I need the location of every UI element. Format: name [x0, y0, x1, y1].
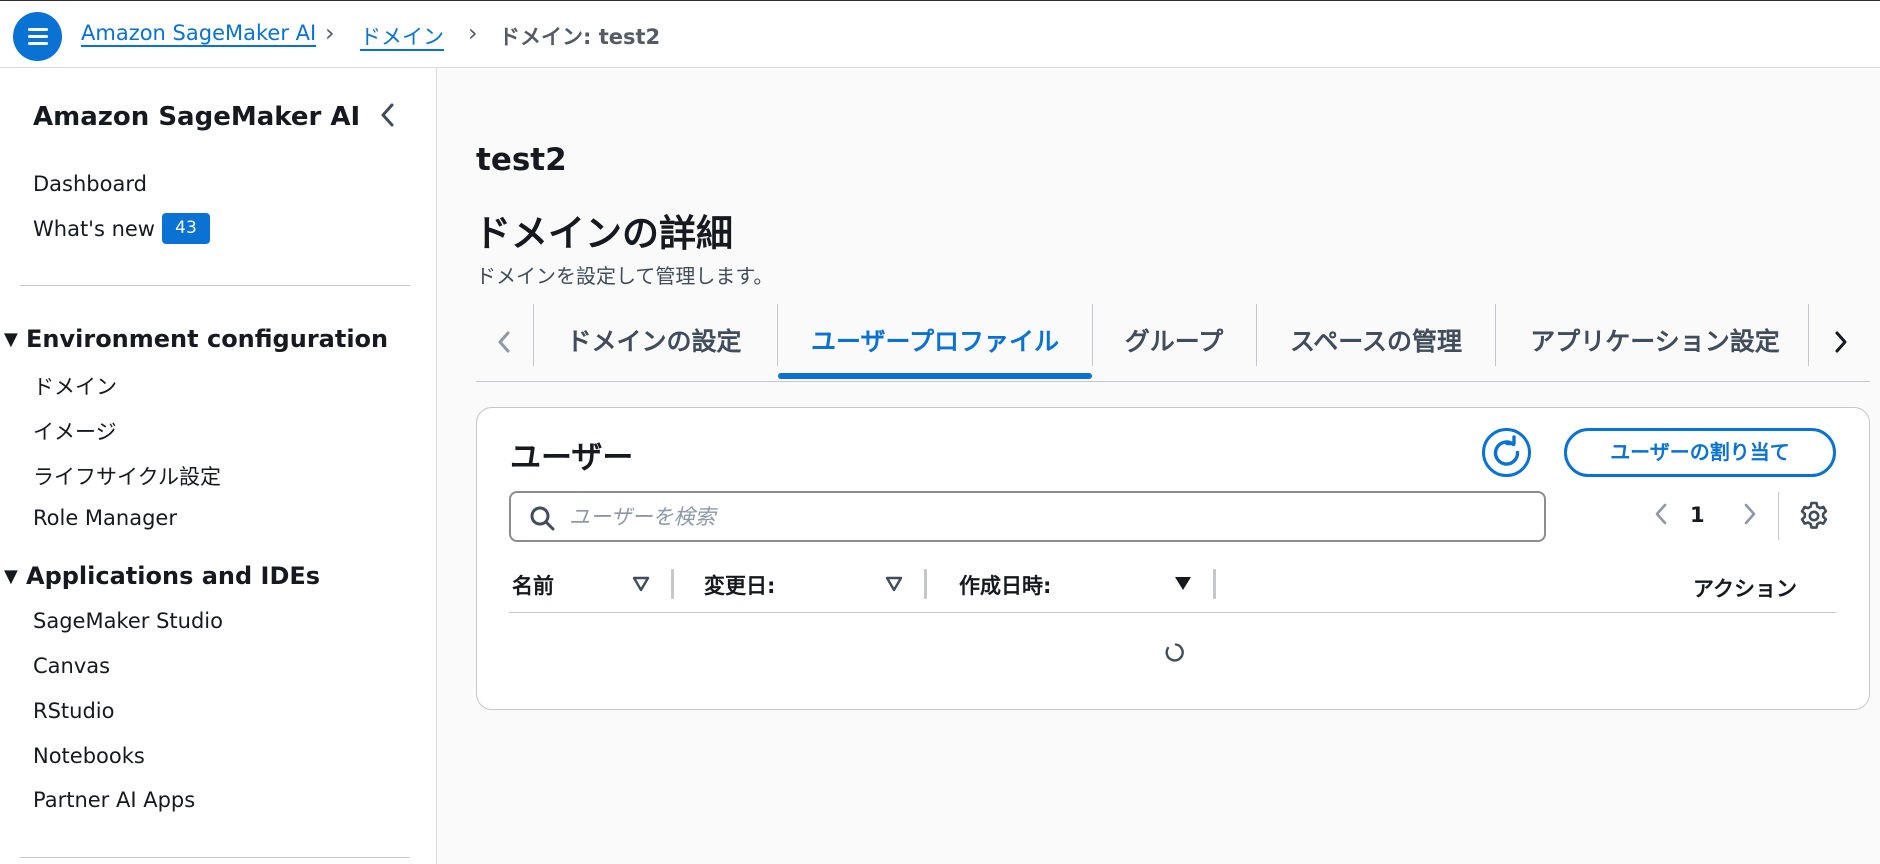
- tab-divider: [1256, 304, 1257, 366]
- tab-scroll-right-icon[interactable]: [1826, 322, 1856, 362]
- tab-divider: [1808, 304, 1809, 366]
- sidebar-title: Amazon SageMaker AI: [33, 102, 361, 132]
- tab-domain-settings[interactable]: ドメインの設定: [548, 302, 760, 382]
- assign-users-button[interactable]: ユーザーの割り当て: [1564, 428, 1836, 477]
- top-navigation-bar: Amazon SageMaker AI › ドメイン › ドメイン: test2: [0, 0, 1880, 68]
- collapse-sidebar-icon[interactable]: [375, 98, 401, 132]
- search-icon: [530, 506, 555, 531]
- caret-down-icon: ▼: [4, 566, 18, 587]
- sort-icon[interactable]: [630, 570, 652, 596]
- tab-user-profiles[interactable]: ユーザープロファイル: [790, 302, 1080, 382]
- sidebar-item-partner-ai-apps[interactable]: Partner AI Apps: [33, 788, 195, 812]
- section-applications-ides[interactable]: ▼ Applications and IDEs: [4, 562, 320, 590]
- tab-scroll-left-icon[interactable]: [489, 322, 519, 362]
- sidebar-item-domains[interactable]: ドメイン: [33, 371, 117, 401]
- active-tab-indicator: [778, 373, 1092, 379]
- tab-groups[interactable]: グループ: [1104, 302, 1244, 382]
- current-page-number[interactable]: 1: [1690, 503, 1705, 527]
- page-description: ドメインを設定して管理します。: [476, 264, 774, 288]
- sidebar-item-notebooks[interactable]: Notebooks: [33, 744, 145, 768]
- section-title: Environment configuration: [26, 325, 389, 353]
- section-title: Applications and IDEs: [26, 562, 321, 590]
- column-resizer[interactable]: [1213, 569, 1216, 599]
- tab-space-management[interactable]: スペースの管理: [1270, 302, 1482, 382]
- users-panel-title: ユーザー: [510, 440, 634, 476]
- sidebar: Amazon SageMaker AI Dashboard What's new…: [0, 68, 437, 864]
- sidebar-item-dashboard[interactable]: Dashboard: [33, 172, 147, 196]
- search-input[interactable]: [569, 499, 1529, 535]
- tab-divider: [777, 304, 778, 366]
- next-page-icon[interactable]: [1738, 494, 1762, 534]
- column-header-actions: アクション: [1693, 577, 1797, 601]
- caret-down-icon: ▼: [4, 329, 18, 350]
- sidebar-item-whats-new[interactable]: What's new: [33, 217, 155, 241]
- menu-icon[interactable]: [13, 12, 62, 61]
- sidebar-item-canvas[interactable]: Canvas: [33, 654, 110, 678]
- column-header-name[interactable]: 名前: [512, 570, 554, 600]
- breadcrumb-separator-icon: ›: [325, 19, 335, 47]
- tab-divider: [1092, 304, 1093, 366]
- column-header-created[interactable]: 作成日時:: [959, 570, 1051, 600]
- previous-page-icon[interactable]: [1649, 494, 1673, 534]
- breadcrumb-sagemaker[interactable]: Amazon SageMaker AI: [81, 21, 316, 45]
- refresh-icon: [1493, 435, 1520, 466]
- sidebar-item-lifecycle-config[interactable]: ライフサイクル設定: [33, 461, 221, 491]
- breadcrumb-separator-icon: ›: [468, 19, 478, 47]
- tab-application-settings[interactable]: アプリケーション設定: [1510, 302, 1800, 382]
- sidebar-divider: [20, 285, 410, 286]
- user-search[interactable]: [509, 491, 1546, 542]
- refresh-button[interactable]: [1482, 428, 1531, 477]
- sort-icon[interactable]: [883, 570, 905, 596]
- tab-divider: [533, 304, 534, 366]
- breadcrumb-domains[interactable]: ドメイン: [360, 21, 444, 51]
- column-header-modified[interactable]: 変更日:: [704, 570, 775, 600]
- column-resizer[interactable]: [924, 569, 927, 599]
- section-environment-configuration[interactable]: ▼ Environment configuration: [4, 325, 388, 353]
- whats-new-count-badge: 43: [162, 213, 210, 244]
- sidebar-item-rstudio[interactable]: RStudio: [33, 699, 114, 723]
- pagination-divider: [1778, 492, 1779, 540]
- column-resizer[interactable]: [671, 569, 674, 599]
- sidebar-item-role-manager[interactable]: Role Manager: [33, 506, 177, 530]
- breadcrumb-current: ドメイン: test2: [499, 25, 661, 49]
- gear-icon[interactable]: [1798, 500, 1830, 532]
- loading-spinner-icon: [1165, 643, 1184, 662]
- table-header-divider: [509, 612, 1836, 613]
- sidebar-divider: [20, 857, 410, 858]
- sidebar-item-images[interactable]: イメージ: [33, 416, 117, 446]
- domain-name: test2: [476, 142, 567, 178]
- page-title: ドメインの詳細: [474, 212, 733, 255]
- sort-descending-icon[interactable]: [1172, 570, 1194, 596]
- sidebar-item-sagemaker-studio[interactable]: SageMaker Studio: [33, 609, 223, 633]
- tab-divider: [1495, 304, 1496, 366]
